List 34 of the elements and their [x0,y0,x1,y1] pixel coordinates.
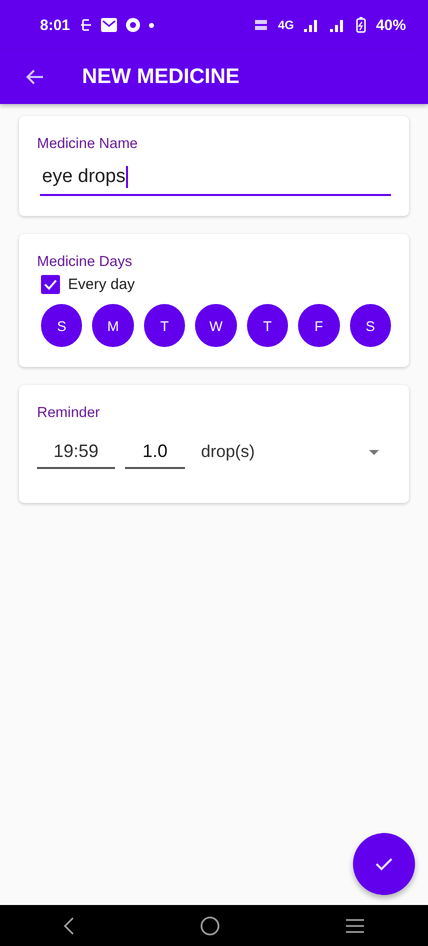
save-button[interactable] [353,833,415,895]
day-toggle[interactable]: F [298,304,340,348]
home-nav-icon[interactable] [200,916,220,936]
back-arrow-icon[interactable] [26,69,44,85]
amount-field[interactable]: 1.0 [125,441,185,470]
day-toggle[interactable]: W [195,304,237,348]
day-toggle[interactable]: S [350,304,391,348]
battery-icon [356,17,366,33]
mail-icon [101,18,118,32]
checkmark-icon [44,279,57,290]
every-day-checkbox[interactable]: Every day [41,275,135,294]
status-time: 8:01 [40,16,70,34]
signal-icon [330,18,346,32]
medicine-name-field[interactable]: eye drops [40,162,391,196]
browser-icon [126,18,140,32]
section-label: Reminder [37,405,101,422]
menu-nav-icon[interactable] [345,918,366,934]
day-toggle[interactable]: S [41,304,82,348]
time-field[interactable]: 19:59 [37,441,115,470]
section-label: Medicine Days [37,254,134,270]
battery-level: 40% [376,16,406,34]
dropdown-caret-icon [369,450,379,455]
checkmark-icon [375,857,393,871]
field-label: Medicine Name [37,136,139,152]
back-nav-icon[interactable] [62,916,75,934]
day-toggle[interactable]: T [246,304,288,348]
dot-icon [149,22,154,28]
screen-title: NEW MEDICINE [82,65,240,89]
day-toggle[interactable]: T [144,304,186,348]
day-toggle[interactable]: M [92,304,134,348]
signal-icon [304,18,320,32]
volte-icon [254,18,268,32]
network-type: 4G [278,18,294,32]
unit-dropdown[interactable]: drop(s) [195,442,391,470]
